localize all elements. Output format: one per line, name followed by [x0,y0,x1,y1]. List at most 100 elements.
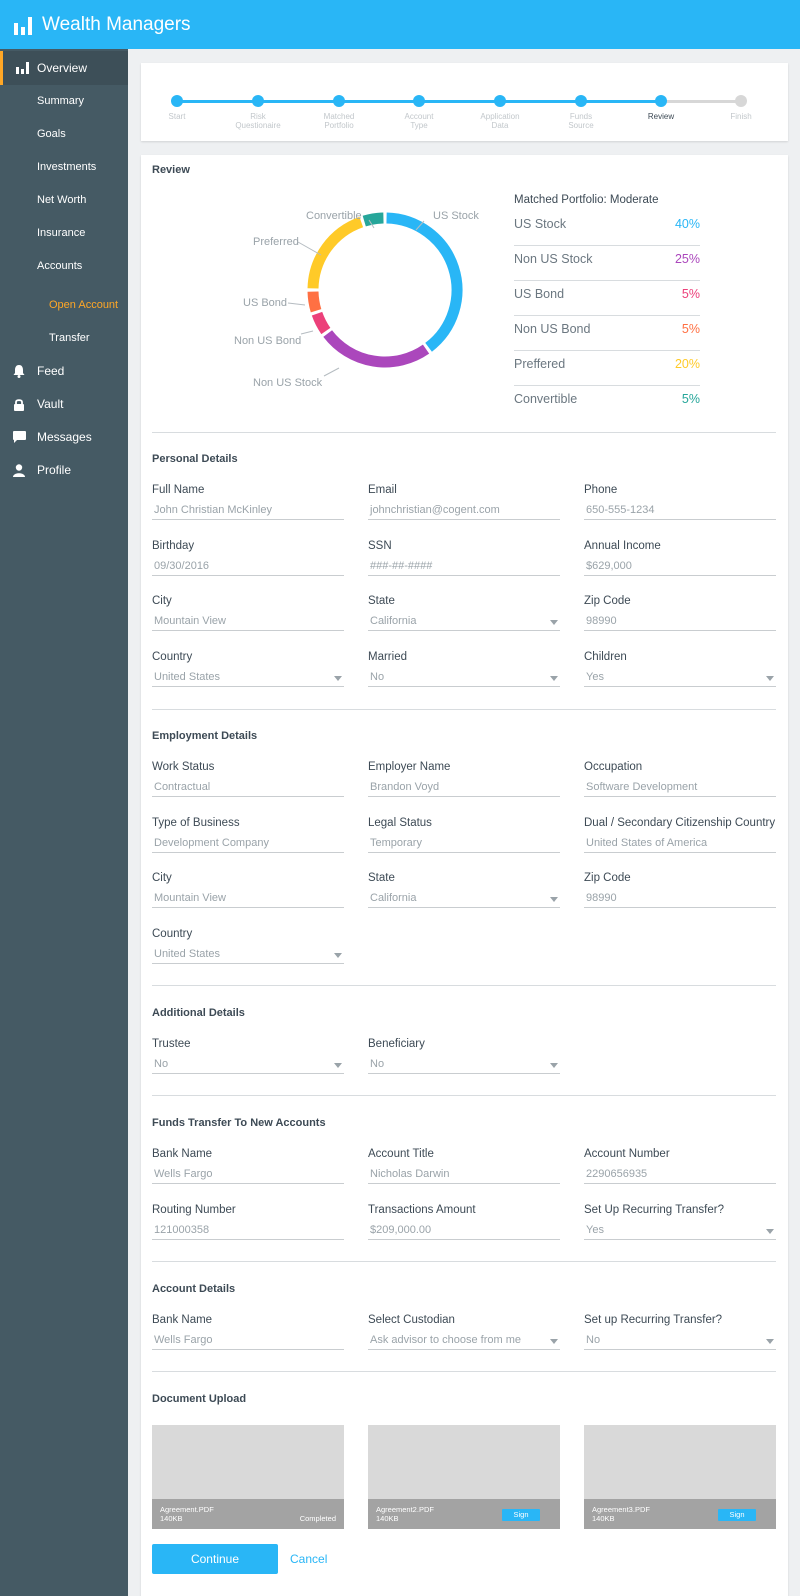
routing-number-input[interactable]: 121000358 [152,1224,344,1240]
phone-input[interactable]: 650-555-1234 [584,504,776,520]
sidebar-item-messages[interactable]: Messages [0,420,128,454]
field-label: SSN [368,539,392,552]
document-card[interactable]: Agreement3.PDF 140KB Sign [584,1425,776,1529]
field-label: Married [368,650,407,663]
full-name-field: Full Name John Christian McKinley [152,484,344,520]
married-select[interactable]: No [368,671,560,687]
continue-button[interactable]: Continue [152,1544,278,1574]
document-card[interactable]: Agreement2.PDF 140KB Sign [368,1425,560,1529]
sidebar-item-vault[interactable]: Vault [0,387,128,421]
zip-code-input[interactable]: 98990 [584,892,776,908]
step-funds-source[interactable]: Funds Source [541,95,621,130]
legend-name: Preffered [514,357,566,371]
full-name-input[interactable]: John Christian McKinley [152,504,344,520]
select-custodian-select[interactable]: Ask advisor to choose from me [368,1334,560,1350]
app-title: Wealth Managers [42,13,191,35]
field-value: Mountain View [154,615,226,627]
sign-button[interactable]: Sign [502,1509,540,1521]
state-select[interactable]: California [368,892,560,908]
section-title-additional-details: Additional Details [152,1007,245,1019]
beneficiary-select[interactable]: No [368,1058,560,1074]
legend-name: Convertible [514,392,578,406]
label-leader [287,302,306,306]
section-divider [152,985,776,986]
ssn-input[interactable]: ###-##-#### [368,560,560,576]
field-value: Temporary [370,836,422,849]
field-label: Country [152,927,193,940]
employer-name-input[interactable]: Brandon Voyd [368,781,560,797]
step-review[interactable]: Review [621,95,701,121]
bank-name-input[interactable]: Wells Fargo [152,1334,344,1350]
type-of-business-input[interactable]: Development Company [152,837,344,853]
sidebar-item-label: Overview [37,61,88,75]
city-input[interactable]: Mountain View [152,892,344,908]
sidebar-item-investments[interactable]: Investments [0,150,128,184]
section-divider [152,432,776,433]
chevron-down-icon [550,1063,558,1068]
chart-label-non-us-stock: Non US Stock [253,377,323,389]
field-label: Transactions Amount [368,1203,476,1216]
step-finish[interactable]: Finish [701,95,781,121]
field-label: Dual / Secondary Citizenship Country [584,816,776,829]
document-card[interactable]: Agreement.PDF 140KB Completed [152,1425,344,1529]
country-select[interactable]: United States [152,948,344,964]
sidebar-item-goals[interactable]: Goals [0,117,128,151]
field-label: Beneficiary [368,1038,425,1050]
step-matched-portfolio[interactable]: Matched Portfolio [299,95,379,130]
donut-slice-convertible [362,212,384,227]
sidebar-item-net-worth[interactable]: Net Worth [0,183,128,217]
step-application-data[interactable]: Application Data [460,95,540,130]
sidebar-item-overview[interactable]: Overview [0,51,128,85]
sidebar-item-label: Accounts [37,260,83,272]
annual-income-input[interactable]: $629,000 [584,560,776,576]
sidebar-item-insurance[interactable]: Insurance [0,216,128,250]
step-start[interactable]: Start [137,95,217,121]
set-up-recurring-transfer-select[interactable]: No [584,1334,776,1350]
account-title-input[interactable]: Nicholas Darwin [368,1168,560,1184]
account-number-input[interactable]: 2290656935 [584,1168,776,1184]
city-field: City Mountain View [152,595,344,631]
set-up-recurring-transfer-select[interactable]: Yes [584,1224,776,1240]
email-input[interactable]: johnchristian@cogent.com [368,504,560,520]
app-header: Wealth Managers [0,0,800,49]
field-label: State [368,872,395,884]
children-select[interactable]: Yes [584,671,776,687]
bank-name-input[interactable]: Wells Fargo [152,1168,344,1184]
sidebar-item-transfer[interactable]: Transfer [0,321,128,355]
sidebar-item-profile[interactable]: Profile [0,453,128,487]
dual-secondary-citizenship-country-input[interactable]: United States of America [584,837,776,853]
step-account-type[interactable]: Account Type [379,95,459,130]
sidebar-item-feed[interactable]: Feed [0,354,128,388]
legal-status-input[interactable]: Temporary [368,837,560,853]
occupation-input[interactable]: Software Development [584,781,776,797]
sidebar-item-accounts[interactable]: Accounts [0,249,128,283]
trustee-select[interactable]: No [152,1058,344,1074]
sign-button[interactable]: Sign [718,1509,756,1521]
step-label: Matched Portfolio [323,112,355,130]
field-value: California [370,615,417,627]
field-value: John Christian McKinley [154,504,272,516]
field-label: Account Number [584,1148,670,1160]
children-field: Children Yes [584,651,776,687]
field-value: Yes [586,670,604,683]
transactions-amount-input[interactable]: $209,000.00 [368,1224,560,1240]
city-input[interactable]: Mountain View [152,615,344,631]
field-value: United States [154,670,221,683]
sidebar-item-open-account[interactable]: Open Account [0,288,128,322]
legend-value: 20% [674,357,700,371]
country-select[interactable]: United States [152,671,344,687]
chevron-down-icon [766,675,774,681]
step-risk-questionaire[interactable]: Risk Questionaire [218,95,298,130]
field-label: Routing Number [152,1203,236,1216]
chevron-down-icon [766,1228,774,1234]
bank-name-field: Bank Name Wells Fargo [152,1314,344,1350]
cancel-button[interactable]: Cancel [290,1544,327,1574]
birthday-input[interactable]: 09/30/2016 [152,560,344,576]
state-select[interactable]: California [368,615,560,631]
married-field: Married No [368,651,560,687]
ssn-field: SSN ###-##-#### [368,540,560,576]
section-title-document-upload: Document Upload [152,1393,247,1405]
zip-code-input[interactable]: 98990 [584,615,776,631]
sidebar-item-summary[interactable]: Summary [0,84,128,118]
work-status-input[interactable]: Contractual [152,781,344,797]
